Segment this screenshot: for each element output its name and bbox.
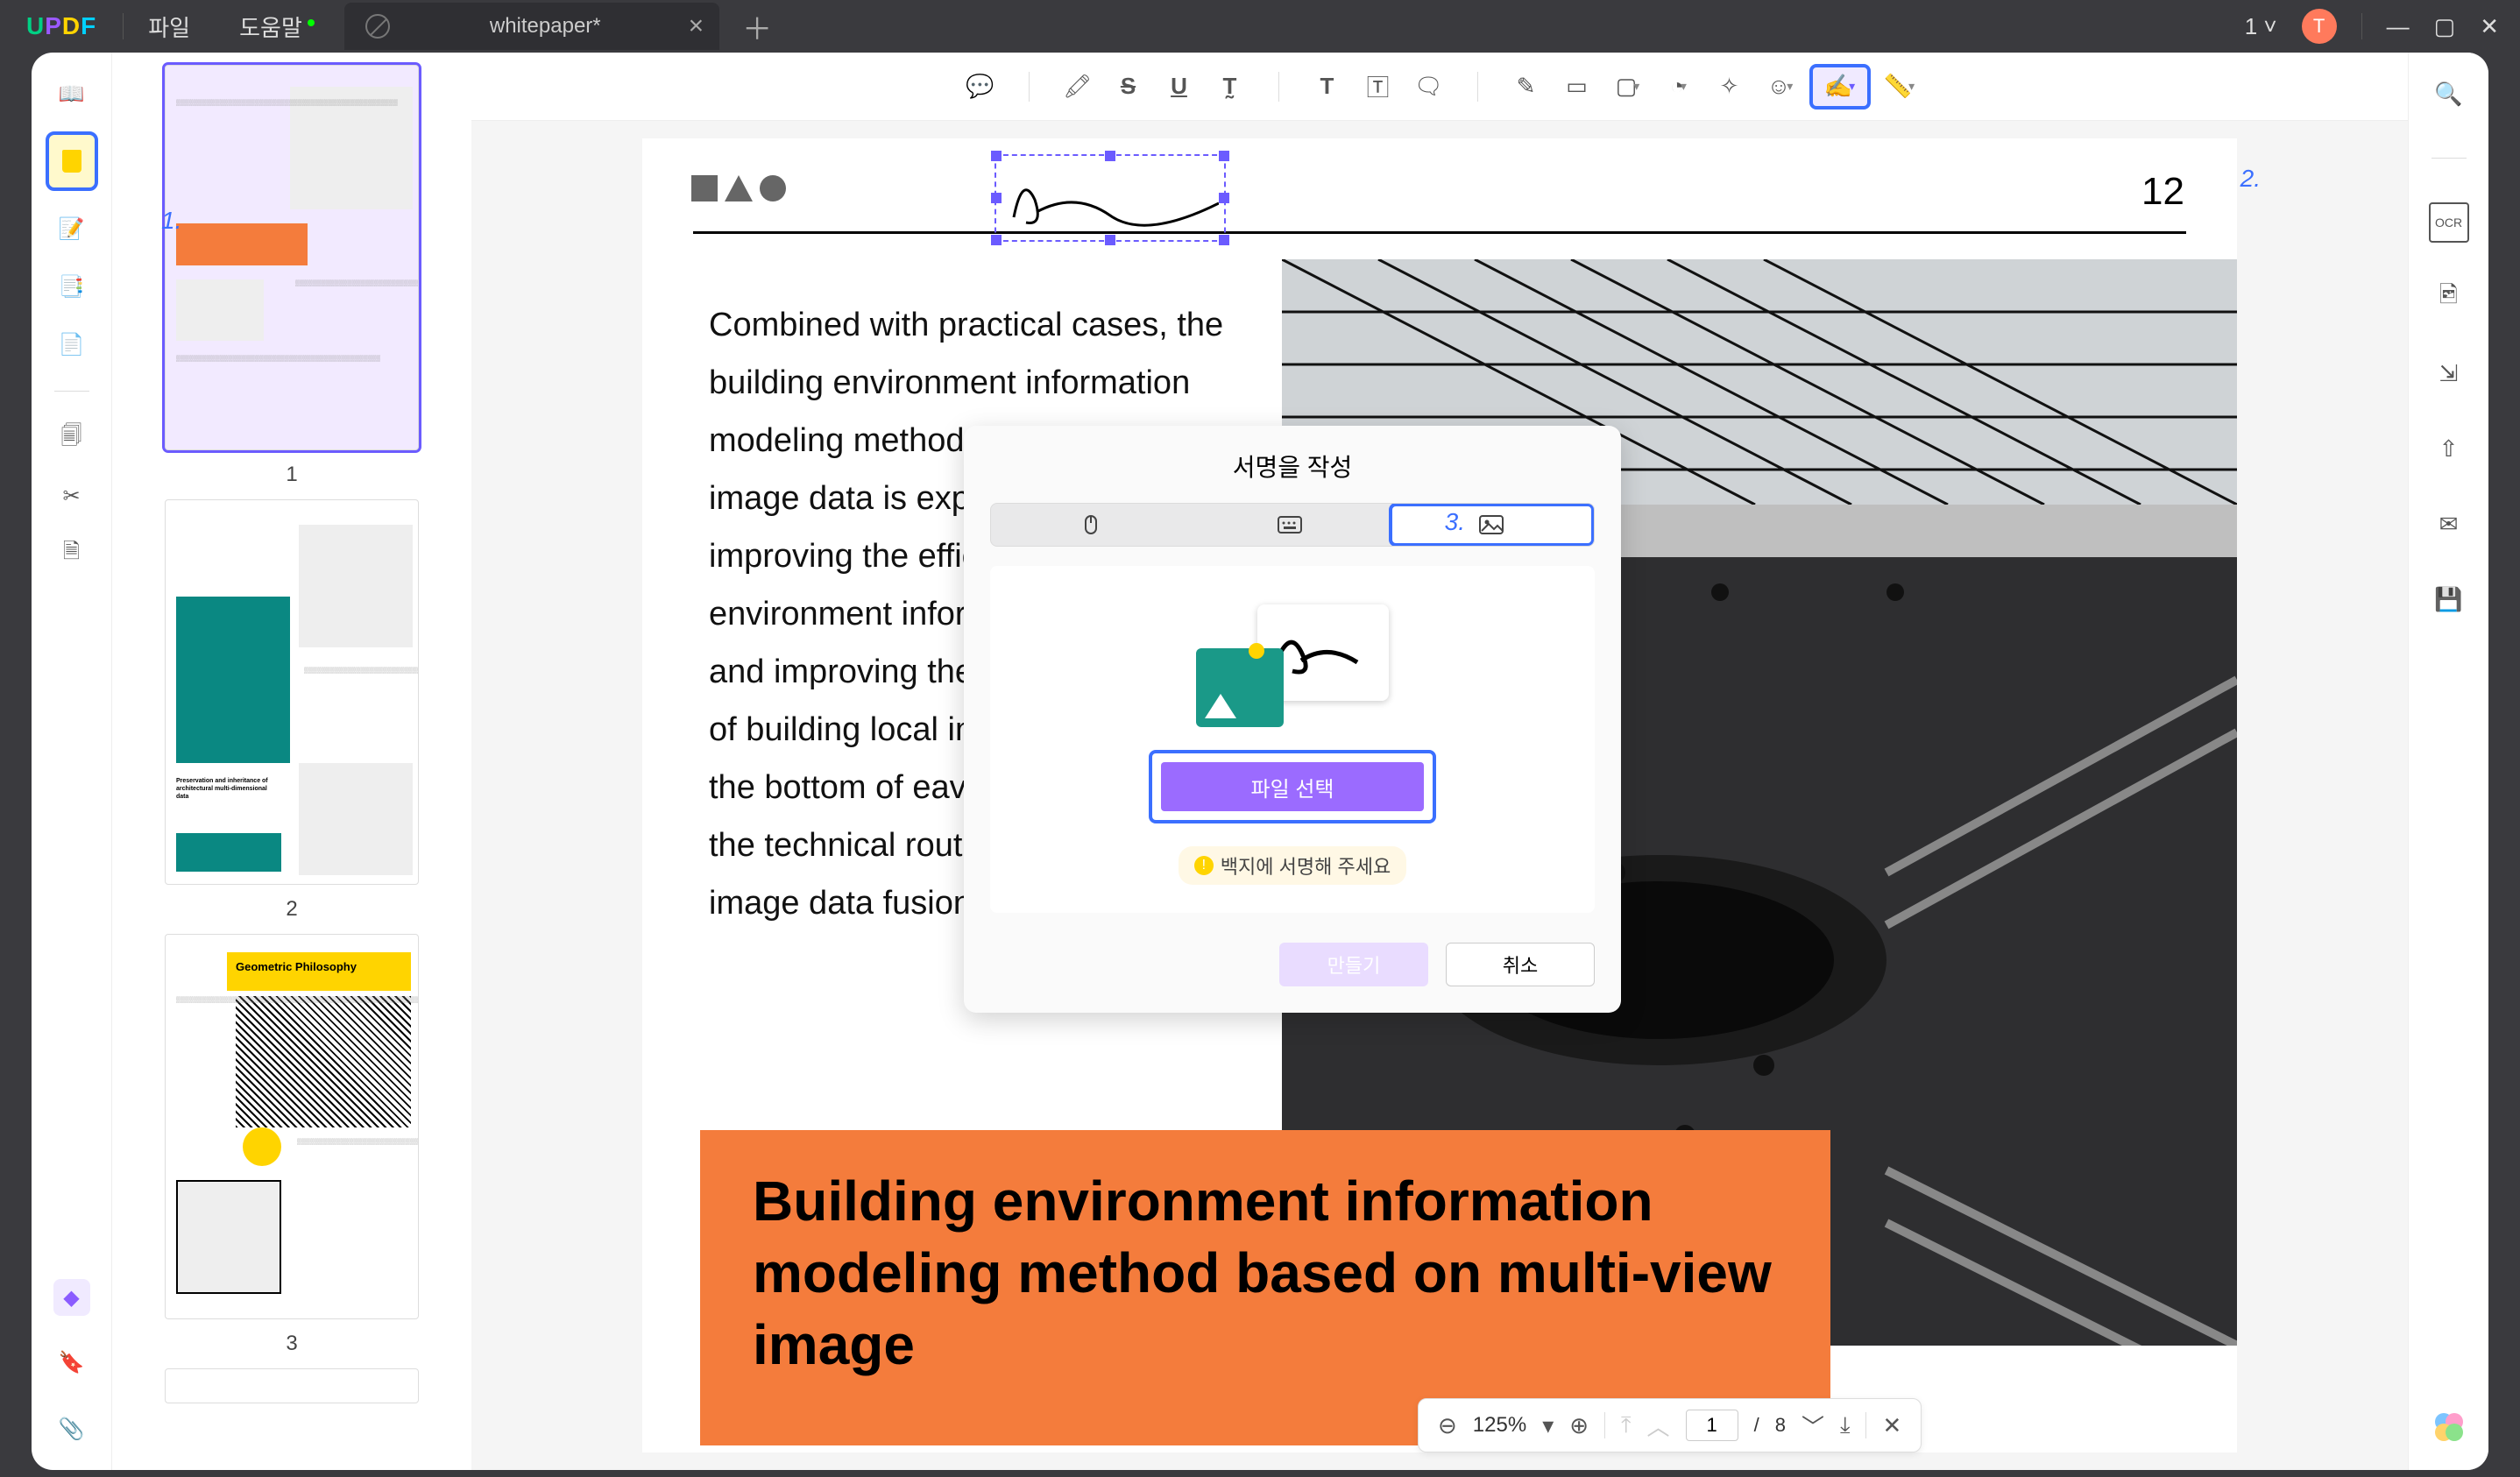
- stamp-button[interactable]: ◔▾: [1657, 65, 1701, 109]
- thumbnail-panel[interactable]: ▒▒▒▒▒▒▒▒▒▒▒▒▒▒▒▒▒▒▒▒▒▒▒▒▒▒▒▒▒▒▒▒▒▒▒▒▒▒▒▒…: [112, 53, 471, 1470]
- dialog-title: 서명을 작성: [990, 449, 1595, 484]
- thumbnail-page-3[interactable]: Geometric Philosophy ▒▒▒▒▒▒▒▒▒▒▒▒▒▒▒▒▒▒▒…: [165, 934, 419, 1319]
- callout-3: 3.: [1445, 508, 1465, 536]
- thumb-label-1: 1: [286, 463, 297, 487]
- ocr-button[interactable]: OCR: [2429, 202, 2469, 243]
- search-button[interactable]: 🔍: [2429, 74, 2469, 114]
- menu-file[interactable]: 파일: [124, 11, 215, 43]
- keyboard-icon: [1278, 516, 1302, 534]
- signature-dialog: 서명을 작성 3. 파일 선택 !: [964, 426, 1621, 1013]
- redact-button[interactable]: 🗎: [52, 534, 92, 574]
- thumb-label-3: 3: [286, 1332, 297, 1356]
- callout-2: 2.: [2240, 165, 2261, 193]
- thumb-label-2: 2: [286, 897, 297, 922]
- signature-mode-tabs: [990, 503, 1595, 547]
- export-button[interactable]: ⇲: [2429, 353, 2469, 393]
- right-toolstrip: 🔍 OCR 🖻 ⇲ ⇧ ✉ 💾: [2408, 53, 2488, 1470]
- annotation-toolbar: 💬 🖍 S U T̰ T 🅃 🗨 ✎ ▭ ▢▾ ◔▾ ✧: [471, 53, 2408, 121]
- page-number: 12: [2141, 170, 2184, 214]
- cancel-button[interactable]: 취소: [1446, 943, 1595, 986]
- zoom-in-button[interactable]: ⊕: [1569, 1412, 1589, 1439]
- comment-button[interactable]: 💬: [959, 65, 1002, 109]
- new-tab-button[interactable]: ＋: [742, 5, 772, 48]
- share-button[interactable]: ⇧: [2429, 428, 2469, 469]
- next-page-button[interactable]: ﹀: [1802, 1410, 1824, 1442]
- highlighter-icon: [62, 150, 81, 173]
- page-input[interactable]: [1686, 1410, 1738, 1441]
- edit-mode-button[interactable]: 📝: [52, 208, 92, 249]
- bookmark-icon[interactable]: 🔖: [52, 1342, 92, 1382]
- callout-1: 1.: [161, 207, 181, 235]
- thumbnail-page-4[interactable]: [165, 1368, 419, 1403]
- signature-button[interactable]: ✍▾: [1809, 64, 1871, 110]
- organize-mode-button[interactable]: 📑: [52, 266, 92, 307]
- compress-button[interactable]: 🖻: [2429, 278, 2469, 318]
- comment-mode-button[interactable]: [46, 131, 98, 191]
- app-logo: UPDF: [0, 12, 123, 40]
- signature-image: [1005, 165, 1219, 235]
- document-tab[interactable]: whitepaper* ×: [344, 3, 719, 50]
- measure-button[interactable]: 📏▾: [1878, 65, 1922, 109]
- zoom-out-button[interactable]: ⊖: [1438, 1412, 1457, 1439]
- page-tools-button[interactable]: 🗐: [52, 418, 92, 458]
- sig-mode-keyboard[interactable]: [1190, 504, 1389, 546]
- menu-help[interactable]: 도움말: [215, 11, 327, 43]
- prev-page-button[interactable]: ︿: [1647, 1410, 1670, 1442]
- last-page-button[interactable]: ⤓: [1840, 1411, 1851, 1439]
- strikethrough-button[interactable]: S: [1107, 65, 1150, 109]
- info-icon: !: [1194, 856, 1214, 875]
- close-navbar-button[interactable]: ✕: [1882, 1412, 1901, 1439]
- save-button[interactable]: 💾: [2429, 579, 2469, 619]
- thumbnail-page-2[interactable]: Preservation and inheritance of architec…: [165, 499, 419, 885]
- sig-mode-image[interactable]: [1389, 503, 1595, 547]
- zoom-dropdown[interactable]: ▾: [1542, 1412, 1554, 1439]
- crop-button[interactable]: ✂: [52, 476, 92, 516]
- squiggly-button[interactable]: T̰: [1208, 65, 1252, 109]
- left-toolstrip: 📖 📝 📑 📄 🗐 ✂ 🗎 ◆ 🔖 📎: [32, 53, 112, 1470]
- sig-mode-mouse[interactable]: [991, 504, 1190, 546]
- text-button[interactable]: T: [1306, 65, 1349, 109]
- ai-assistant-icon[interactable]: [2433, 1411, 2465, 1443]
- signature-tip: ! 백지에 서명해 주세요: [1179, 846, 1406, 885]
- page-total: 8: [1775, 1414, 1786, 1437]
- pin-button[interactable]: ✧: [1708, 65, 1752, 109]
- file-select-highlight: 파일 선택: [1149, 750, 1436, 823]
- underline-button[interactable]: U: [1157, 65, 1201, 109]
- tab-close-icon[interactable]: ×: [689, 11, 704, 41]
- signature-selection[interactable]: [995, 154, 1226, 242]
- highlight-button[interactable]: 🖍: [1056, 65, 1100, 109]
- eraser-button[interactable]: ▭: [1555, 65, 1599, 109]
- tab-title: whitepaper*: [490, 14, 601, 39]
- signature-illustration: [1196, 604, 1389, 727]
- callout-button[interactable]: 🗨: [1407, 65, 1451, 109]
- title-bar: UPDF 파일 도움말 whitepaper* × ＋ 1 ˅ T — ▢ ✕: [0, 0, 2520, 53]
- page-sep: /: [1754, 1414, 1759, 1437]
- page-navbar: ⊖ 125% ▾ ⊕ ⤒ ︿ / 8 ﹀ ⤓ ✕: [1418, 1398, 1922, 1452]
- reader-mode-button[interactable]: 📖: [52, 74, 92, 114]
- image-icon: [1479, 515, 1504, 534]
- textbox-button[interactable]: 🅃: [1356, 65, 1400, 109]
- zoom-value[interactable]: 125%: [1473, 1413, 1526, 1438]
- attachment-icon[interactable]: 📎: [52, 1409, 92, 1449]
- mouse-icon: [1080, 514, 1101, 535]
- file-select-button[interactable]: 파일 선택: [1161, 762, 1424, 811]
- sticker-button[interactable]: ☺▾: [1759, 65, 1802, 109]
- pencil-button[interactable]: ✎: [1504, 65, 1548, 109]
- main-frame: 📖 📝 📑 📄 🗐 ✂ 🗎 ◆ 🔖 📎 ▒▒▒▒▒▒▒▒▒▒▒▒▒▒▒▒▒▒▒▒…: [32, 53, 2488, 1470]
- first-page-button[interactable]: ⤒: [1621, 1411, 1632, 1439]
- user-count[interactable]: 1 ˅: [2245, 13, 2277, 40]
- window-close-icon[interactable]: ✕: [2480, 13, 2499, 40]
- signature-image-panel: 파일 선택 ! 백지에 서명해 주세요: [990, 566, 1595, 913]
- page-header-shapes: [691, 175, 786, 201]
- form-mode-button[interactable]: 📄: [52, 324, 92, 364]
- user-avatar[interactable]: T: [2302, 9, 2337, 44]
- window-maximize-icon[interactable]: ▢: [2434, 13, 2456, 40]
- email-button[interactable]: ✉: [2429, 504, 2469, 544]
- shape-button[interactable]: ▢▾: [1606, 65, 1650, 109]
- create-button[interactable]: 만들기: [1279, 943, 1428, 986]
- window-minimize-icon[interactable]: —: [2387, 13, 2410, 40]
- thumbnail-page-1[interactable]: ▒▒▒▒▒▒▒▒▒▒▒▒▒▒▒▒▒▒▒▒▒▒▒▒▒▒▒▒▒▒▒▒▒▒▒▒▒▒▒▒…: [165, 65, 419, 450]
- layers-icon[interactable]: ◆: [53, 1279, 90, 1316]
- tab-doctype-icon: [365, 14, 390, 39]
